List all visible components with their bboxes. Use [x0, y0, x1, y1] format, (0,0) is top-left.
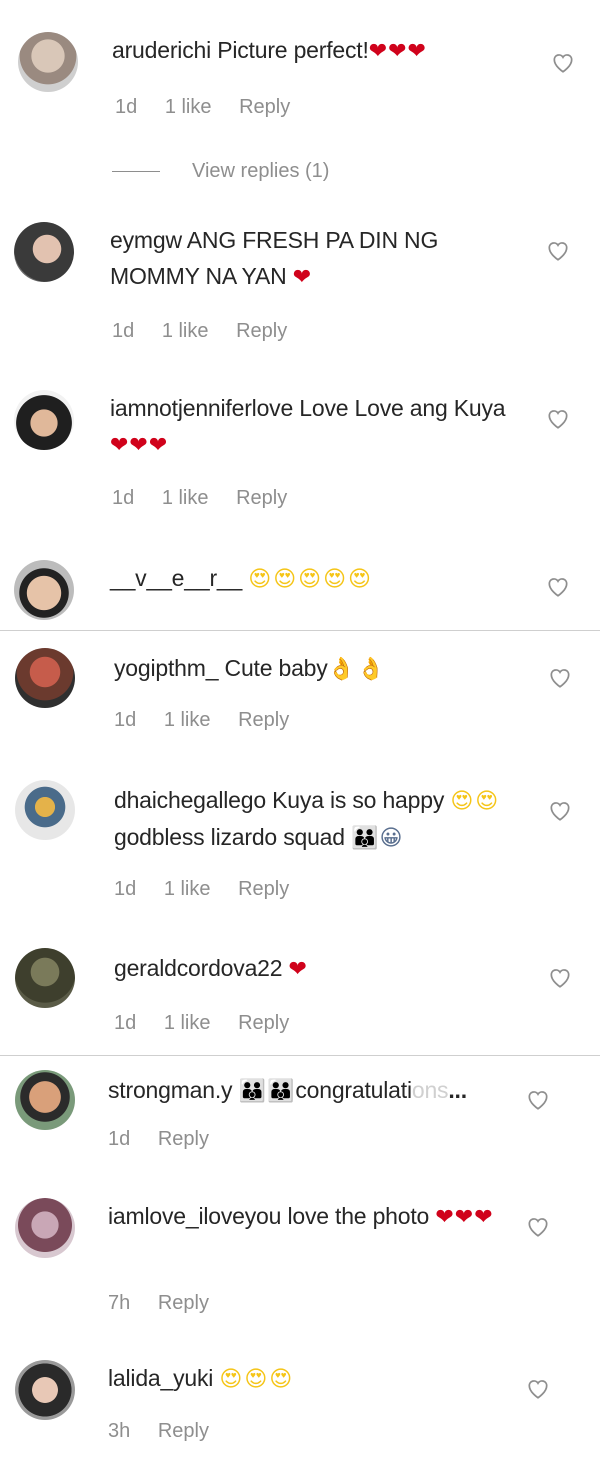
- comment-time: 1d: [114, 878, 137, 900]
- family-emoji: 👪👪: [238, 1078, 296, 1103]
- heart-outline-icon[interactable]: [545, 406, 571, 430]
- heart-outline-icon[interactable]: [525, 1087, 551, 1111]
- avatar[interactable]: [18, 32, 78, 92]
- comment-meta: 1d 1 like Reply: [112, 320, 309, 343]
- heart-outline-icon[interactable]: [525, 1214, 551, 1238]
- comment-username[interactable]: strongman.y: [108, 1077, 233, 1103]
- family-emoji: 👪😀: [351, 825, 404, 850]
- comment-meta: 1d 1 like Reply: [114, 878, 311, 901]
- comment-username[interactable]: __v__e__r__: [110, 565, 242, 591]
- reply-button[interactable]: Reply: [158, 1128, 209, 1150]
- comment-username[interactable]: dhaichegallego: [114, 787, 266, 813]
- comment-username[interactable]: yogipthm_: [114, 655, 219, 681]
- section-divider: [0, 1055, 600, 1056]
- avatar[interactable]: [14, 390, 74, 450]
- view-replies-button[interactable]: View replies (1): [112, 160, 329, 183]
- avatar[interactable]: [15, 1070, 75, 1130]
- smiling-face-emoji: 😍😍😍: [219, 1366, 295, 1391]
- smiling-face-emoji: 😍😍😍😍😍: [248, 566, 373, 591]
- comment-meta: 3h Reply: [108, 1420, 231, 1443]
- heart-emoji: ❤: [292, 264, 313, 289]
- comment-time: 1d: [112, 320, 135, 342]
- comment-text: __v__e__r__ 😍😍😍😍😍: [110, 560, 510, 597]
- comment-time: 3h: [108, 1420, 131, 1442]
- comment-text: lalida_yuki 😍😍😍: [108, 1360, 508, 1397]
- comment-body: Love Love ang Kuya: [299, 395, 506, 421]
- heart-outline-icon[interactable]: [547, 965, 573, 989]
- comment-meta: 1d 1 like Reply: [115, 96, 312, 119]
- comment-username[interactable]: eymgw: [110, 227, 182, 253]
- reply-button[interactable]: Reply: [238, 878, 289, 900]
- reply-button[interactable]: Reply: [236, 320, 287, 342]
- comment-text: geraldcordova22 ❤: [114, 950, 514, 987]
- comment-meta: 1d 1 like Reply: [114, 709, 311, 732]
- avatar[interactable]: [15, 1360, 75, 1420]
- heart-outline-icon[interactable]: [547, 665, 573, 689]
- divider-line: [112, 171, 160, 173]
- avatar[interactable]: [14, 222, 74, 282]
- comment-time: 1d: [114, 709, 137, 731]
- comment-text: iamlove_iloveyou love the photo ❤❤❤: [108, 1198, 508, 1235]
- comment-username[interactable]: iamnotjenniferlove: [110, 395, 293, 421]
- comment-time: 7h: [108, 1292, 131, 1314]
- heart-outline-icon[interactable]: [525, 1376, 551, 1400]
- avatar[interactable]: [15, 948, 75, 1008]
- more-ellipsis[interactable]: ...: [448, 1077, 467, 1103]
- heart-emoji: ❤: [288, 956, 308, 981]
- heart-emoji: ❤❤❤: [110, 432, 169, 457]
- avatar[interactable]: [15, 648, 75, 708]
- comment-body: Cute baby: [224, 655, 328, 681]
- reply-button[interactable]: Reply: [158, 1420, 209, 1442]
- heart-outline-icon[interactable]: [550, 50, 576, 74]
- comment-meta: 1d 1 like Reply: [112, 487, 309, 510]
- comment-username[interactable]: lalida_yuki: [108, 1365, 213, 1391]
- reply-button[interactable]: Reply: [238, 709, 289, 731]
- comment-meta: 1d Reply: [108, 1128, 231, 1151]
- comment-time: 1d: [108, 1128, 131, 1150]
- comment-time: 1d: [112, 487, 135, 509]
- reply-button[interactable]: Reply: [239, 96, 290, 118]
- comment-likes[interactable]: 1 like: [162, 487, 209, 509]
- heart-outline-icon[interactable]: [545, 574, 571, 598]
- truncated-fade: ons: [411, 1077, 449, 1103]
- comment-likes[interactable]: 1 like: [165, 96, 212, 118]
- comment-text: yogipthm_ Cute baby👌👌: [114, 650, 514, 687]
- comment-likes[interactable]: 1 like: [164, 709, 211, 731]
- comment-username[interactable]: aruderichi: [112, 37, 211, 63]
- comment-likes[interactable]: 1 like: [162, 320, 209, 342]
- section-divider: [0, 630, 600, 631]
- comment-username[interactable]: iamlove_iloveyou: [108, 1203, 281, 1229]
- heart-outline-icon[interactable]: [545, 238, 571, 262]
- comment-meta: 1d 1 like Reply: [114, 1012, 311, 1035]
- comment-meta: 7h Reply: [108, 1292, 231, 1315]
- comment-time: 1d: [114, 1012, 137, 1034]
- comment-text: iamnotjenniferlove Love Love ang Kuya ❤❤…: [110, 390, 510, 463]
- heart-emoji: ❤❤❤: [368, 38, 427, 63]
- comment-body-2: godbless lizardo squad: [114, 824, 345, 850]
- reply-button[interactable]: Reply: [236, 487, 287, 509]
- heart-emoji: ❤❤❤: [435, 1204, 494, 1229]
- avatar[interactable]: [14, 560, 74, 620]
- ok-hand-emoji: 👌👌: [327, 656, 387, 681]
- comment-body: congratulati: [295, 1077, 412, 1103]
- comment-text: dhaichegallego Kuya is so happy 😍😍 godbl…: [114, 782, 524, 856]
- comment-likes[interactable]: 1 like: [164, 878, 211, 900]
- smiling-face-emoji: 😍😍: [450, 788, 501, 813]
- comment-likes[interactable]: 1 like: [164, 1012, 211, 1034]
- comment-text: strongman.y 👪👪congratulations...: [108, 1072, 528, 1109]
- comment-time: 1d: [115, 96, 138, 118]
- avatar[interactable]: [15, 1198, 75, 1258]
- reply-button[interactable]: Reply: [238, 1012, 289, 1034]
- comment-body: Picture perfect!: [217, 37, 369, 63]
- reply-button[interactable]: Reply: [158, 1292, 209, 1314]
- comment-body: Kuya is so happy: [272, 787, 445, 813]
- view-replies-label: View replies (1): [192, 160, 330, 182]
- comment-text: eymgw ANG FRESH PA DIN NG MOMMY NA YAN ❤: [110, 222, 510, 295]
- heart-outline-icon[interactable]: [547, 798, 573, 822]
- comment-username[interactable]: geraldcordova22: [114, 955, 283, 981]
- avatar[interactable]: [15, 780, 75, 840]
- comment-body: love the photo: [287, 1203, 430, 1229]
- comment-text: aruderichi Picture perfect!❤❤❤: [112, 32, 522, 69]
